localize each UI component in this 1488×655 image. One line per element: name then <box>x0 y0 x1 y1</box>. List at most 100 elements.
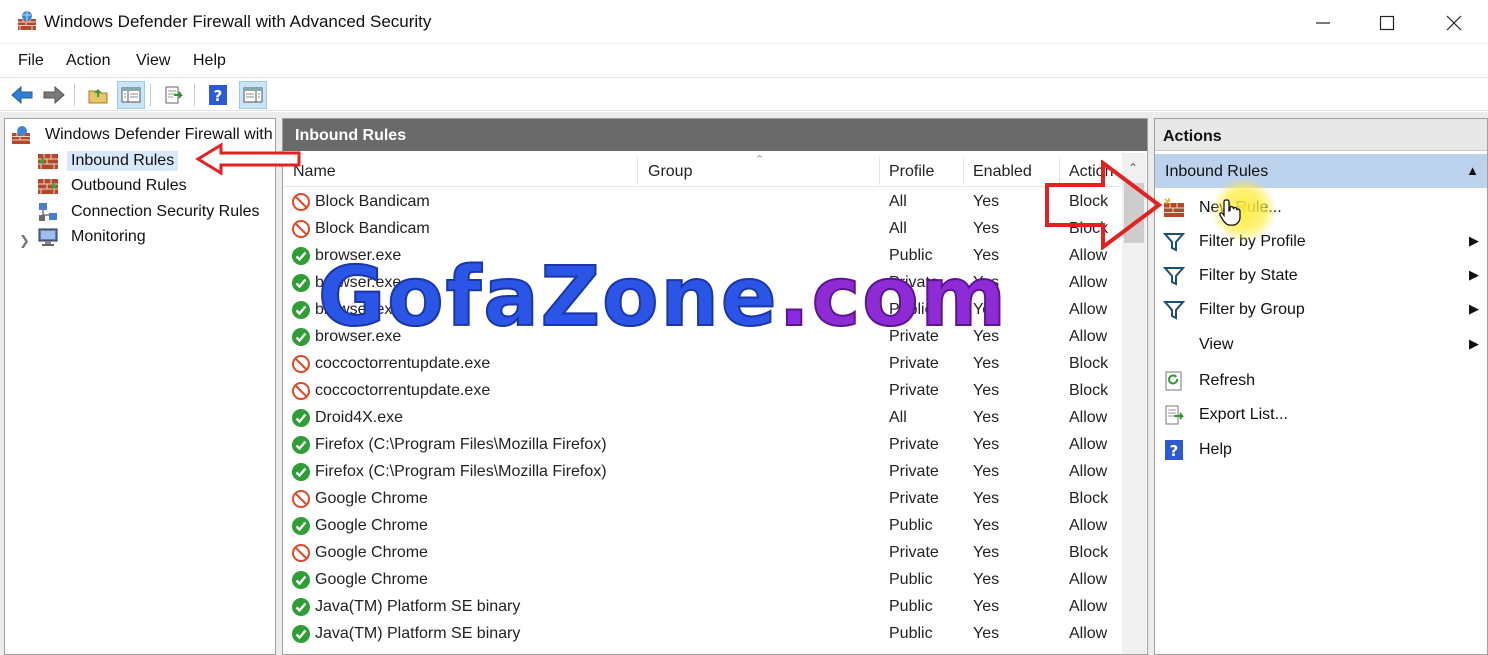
tree-item-outbound-rules[interactable]: Outbound Rules <box>37 174 191 198</box>
rule-row[interactable]: Google Chrome Public Yes Allow <box>283 513 1121 540</box>
maximize-button[interactable] <box>1370 8 1404 38</box>
annotation-right-arrow-icon <box>1045 160 1163 250</box>
watermark-text: GofaZone <box>317 249 779 346</box>
rule-row[interactable]: Java(TM) Platform SE binary Public Yes Allo… <box>283 621 1121 648</box>
rule-action: Allow <box>1069 463 1108 480</box>
rule-row[interactable]: coccoctorrentupdate.exe Private Yes Block <box>283 378 1121 405</box>
rule-action: Allow <box>1069 598 1108 615</box>
show-action-pane-button[interactable] <box>239 81 267 109</box>
action-refresh[interactable]: Refresh <box>1155 364 1487 396</box>
rule-profile: Public <box>889 517 933 534</box>
block-icon <box>292 193 310 211</box>
rule-profile: Private <box>889 490 939 507</box>
svg-text:?: ? <box>1170 442 1179 460</box>
action-filter-by-profile[interactable]: Filter by Profile ▶ <box>1155 225 1487 257</box>
tree-item-inbound-rules[interactable]: Inbound Rules <box>37 149 179 173</box>
action-label: Filter by Group <box>1199 301 1305 318</box>
rule-row[interactable]: Google Chrome Public Yes Allow <box>283 567 1121 594</box>
export-icon <box>1165 405 1184 425</box>
rule-profile: Private <box>889 355 939 372</box>
rule-profile: Public <box>889 625 933 642</box>
rule-profile: Private <box>889 436 939 453</box>
allow-check-icon <box>292 463 310 481</box>
rule-row[interactable]: Google Chrome Private Yes Block <box>283 540 1121 567</box>
monitoring-icon <box>38 228 58 246</box>
submenu-arrow-icon: ▶ <box>1469 267 1479 282</box>
rule-row[interactable]: Droid4X.exe All Yes Allow <box>283 405 1121 432</box>
rule-row[interactable]: coccoctorrentupdate.exe Private Yes Block <box>283 351 1121 378</box>
allow-check-icon <box>292 247 310 265</box>
back-button[interactable] <box>8 81 36 109</box>
rules-panel: Inbound Rules Name Group ⌃ Profile Enabl… <box>282 118 1148 655</box>
menu-bar: File Action View Help <box>0 46 1488 76</box>
menu-help[interactable]: Help <box>193 52 226 70</box>
tree-item-monitoring[interactable]: Monitoring <box>37 225 150 249</box>
column-enabled[interactable]: Enabled <box>973 163 1032 181</box>
block-icon <box>292 355 310 373</box>
action-filter-by-state[interactable]: Filter by State ▶ <box>1155 259 1487 291</box>
forward-button[interactable] <box>40 81 68 109</box>
menu-view[interactable]: View <box>136 52 170 70</box>
rule-enabled: Yes <box>973 571 1000 588</box>
rule-row[interactable]: Block Bandicam All Yes Block <box>283 216 1121 243</box>
rule-enabled: Yes <box>973 193 1000 210</box>
actions-section-inbound-rules[interactable]: Inbound Rules ▲ <box>1155 154 1487 188</box>
rule-row[interactable]: Firefox (C:\Program Files\Mozilla Firefo… <box>283 432 1121 459</box>
rule-name: Block Bandicam <box>315 220 430 237</box>
rule-enabled: Yes <box>973 382 1000 399</box>
rules-panel-header: Inbound Rules <box>283 119 1147 151</box>
firewall-outbound-icon <box>38 179 58 194</box>
firewall-root-icon <box>12 126 30 144</box>
rule-row[interactable]: Block Bandicam All Yes Block <box>283 189 1121 216</box>
rule-enabled: Yes <box>973 625 1000 642</box>
menu-action[interactable]: Action <box>66 52 110 70</box>
rule-action: Allow <box>1069 517 1108 534</box>
rule-action: Block <box>1069 490 1109 507</box>
action-label: Export List... <box>1199 406 1288 423</box>
rule-enabled: Yes <box>973 517 1000 534</box>
action-label: Refresh <box>1199 372 1256 389</box>
actions-pane: Actions Inbound Rules ▲ New Rule... Filt… <box>1154 118 1488 655</box>
rule-enabled: Yes <box>973 409 1000 426</box>
up-folder-button[interactable] <box>84 81 112 109</box>
allow-check-icon <box>292 625 310 643</box>
rule-action: Allow <box>1069 301 1108 318</box>
maximize-icon <box>1379 15 1395 31</box>
toolbar: ? <box>0 77 1488 111</box>
rule-action: Allow <box>1069 328 1108 345</box>
action-new-rule[interactable]: New Rule... <box>1155 191 1487 223</box>
folder-up-icon <box>88 89 108 104</box>
connection-security-icon <box>39 203 57 221</box>
show-hide-tree-button[interactable] <box>117 81 145 109</box>
collapse-up-icon[interactable]: ▲ <box>1466 163 1479 178</box>
action-label: Help <box>1199 441 1232 458</box>
rule-row[interactable]: Firefox (C:\Program Files\Mozilla Firefo… <box>283 459 1121 486</box>
close-button[interactable] <box>1437 8 1471 38</box>
filter-icon <box>1163 233 1185 252</box>
minimize-button[interactable] <box>1306 8 1340 38</box>
column-group[interactable]: Group <box>648 163 692 181</box>
chevron-right-icon[interactable]: ❯ <box>19 233 30 249</box>
action-help[interactable]: ? Help <box>1155 433 1487 465</box>
action-view[interactable]: View ▶ <box>1155 328 1487 360</box>
help-button[interactable]: ? <box>204 81 232 109</box>
rule-name: Firefox (C:\Program Files\Mozilla Firefo… <box>315 463 607 480</box>
console-tree-icon <box>121 87 141 103</box>
rule-row[interactable]: Java(TM) Platform SE binary Public Yes Allo… <box>283 594 1121 621</box>
rule-row[interactable]: Google Chrome Private Yes Block <box>283 486 1121 513</box>
rule-action: Block <box>1069 544 1109 561</box>
export-list-button[interactable] <box>160 81 188 109</box>
svg-text:?: ? <box>214 87 223 105</box>
allow-check-icon <box>292 274 310 292</box>
tree-item-connection-security-rules[interactable]: Connection Security Rules <box>37 200 264 224</box>
title-bar: Windows Defender Firewall with Advanced … <box>0 0 1488 44</box>
column-profile[interactable]: Profile <box>889 163 934 181</box>
sort-up-icon: ⌃ <box>755 154 765 166</box>
help-icon: ? <box>1165 440 1183 460</box>
block-icon <box>292 490 310 508</box>
action-filter-by-group[interactable]: Filter by Group ▶ <box>1155 293 1487 325</box>
menu-file[interactable]: File <box>18 52 44 70</box>
action-export-list[interactable]: Export List... <box>1155 398 1487 430</box>
allow-check-icon <box>292 436 310 454</box>
allow-check-icon <box>292 409 310 427</box>
